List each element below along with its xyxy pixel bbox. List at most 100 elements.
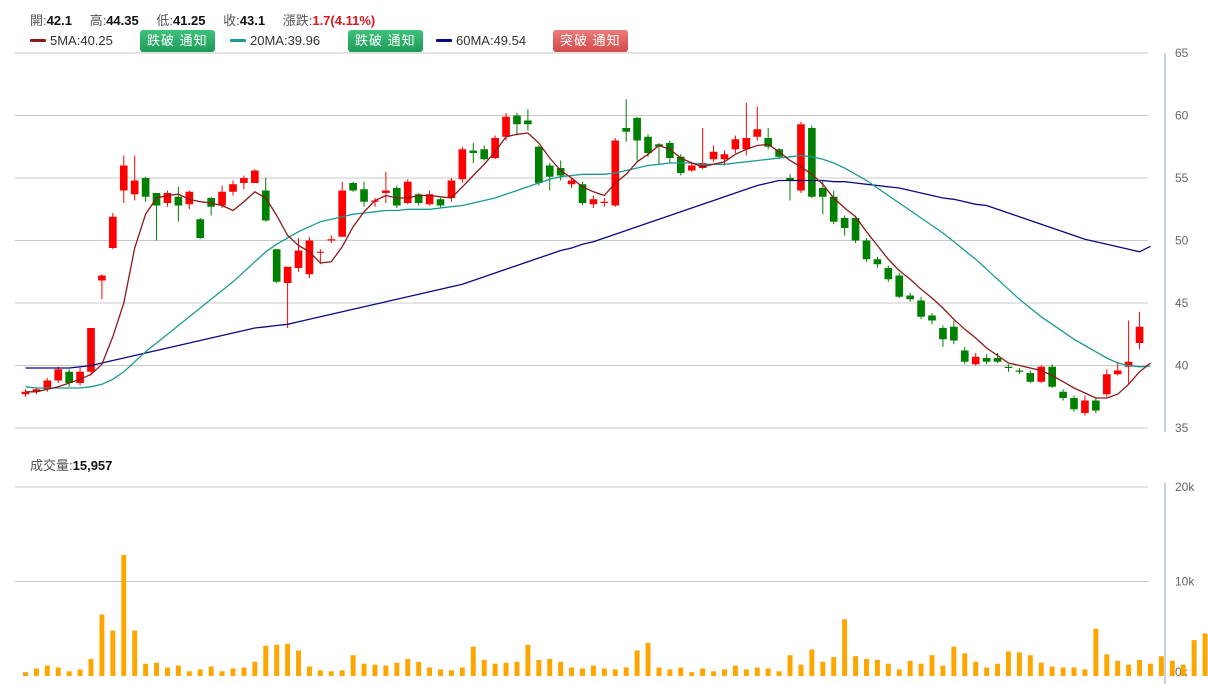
volume-bar [525,644,531,676]
ma60-line [25,179,1151,369]
volume-bar [590,665,596,676]
candle-body [862,240,871,260]
volume-bar [328,671,334,676]
candle-body [360,189,368,202]
candle-body [1092,400,1100,411]
ma20-line [25,154,1151,389]
volume-bar [339,670,345,676]
candle-body [251,170,259,183]
candle-body [840,218,849,228]
candle-body [382,190,390,193]
candle-body [917,300,925,317]
volume-bar [55,667,61,676]
candle-body [993,358,1002,362]
volume-bar [88,658,94,676]
candle-body [742,138,751,150]
candle-body [720,154,729,160]
volume-bar [711,671,717,676]
volume-bar [121,555,127,676]
candle-body [1004,366,1013,368]
candle-body [152,193,161,206]
volume-bar [678,667,684,676]
candle-body [294,250,303,268]
volume-bar [918,663,924,676]
volume-bar [896,669,902,676]
candle-body [229,184,237,192]
volume-bar [285,643,291,676]
volume-bar [1027,655,1033,676]
volume-bar [1202,633,1208,676]
volume-bar [263,645,269,676]
volume-bar [252,661,258,676]
volume-bar [274,644,280,676]
candle-body [119,165,128,191]
volume-tick-label: 20k [1175,480,1195,494]
candle-body [502,116,510,137]
candle-body [971,356,980,365]
volume-bar [99,614,105,676]
volume-bar [809,649,815,676]
candle-body [196,219,205,238]
volume-bar [132,630,138,676]
candle-body [218,191,226,206]
volume-bar [372,664,378,676]
candle-body [436,199,445,206]
volume-bar [820,661,826,676]
volume-bar [700,668,706,676]
volume-bar [33,668,39,676]
volume-bar [503,662,509,676]
volume-bar [940,665,946,676]
candle-body [895,275,904,297]
candle-body [589,199,598,205]
candle-body [1037,366,1046,382]
volume-bar [754,667,760,676]
volume-bar [197,669,203,676]
volume-bar [612,669,618,676]
price-tick-label: 55 [1175,171,1189,185]
candle-body [272,249,281,282]
volume-bar [842,619,848,676]
volume-bar [514,661,520,676]
volume-bar [907,660,913,676]
volume-bar [481,659,487,676]
volume-bar [951,646,957,676]
volume-bar [383,665,389,676]
volume-bar [492,663,498,676]
volume-bar [416,661,422,676]
volume-bar [361,663,367,676]
volume-bar [317,670,323,676]
candle-body [666,143,674,158]
candle-body [403,181,412,203]
candle-body [283,266,292,283]
volume-bar [230,668,236,676]
volume-bar [1148,663,1153,676]
volume-bar [470,646,476,676]
volume-bar [667,669,673,676]
volume-bar [656,667,662,676]
volume-bar [732,665,738,676]
candle-body [163,193,172,203]
volume-bar [110,630,116,676]
volume-bar [1158,656,1164,676]
volume-bar [569,667,575,676]
volume-bar [722,669,727,676]
volume-bar [1126,664,1132,676]
candle-body [644,136,652,153]
candle-body [1135,326,1144,343]
volume-bar [1093,628,1099,676]
volume-bar [219,671,225,676]
volume-bar [44,665,50,676]
candle-body [338,190,347,237]
candle-body [753,129,762,137]
volume-bar [547,658,553,676]
volume-bar [995,663,1001,676]
candle-body [65,371,73,383]
price-tick-label: 65 [1175,46,1189,60]
candle-body [567,180,576,185]
candle-body [709,151,718,160]
candle-body [960,350,969,362]
candle-body [1070,398,1078,410]
candle-body [327,239,336,241]
price-chart[interactable]: 35404550556065 0k10k20k [0,0,1208,684]
volume-bar [1082,669,1088,676]
